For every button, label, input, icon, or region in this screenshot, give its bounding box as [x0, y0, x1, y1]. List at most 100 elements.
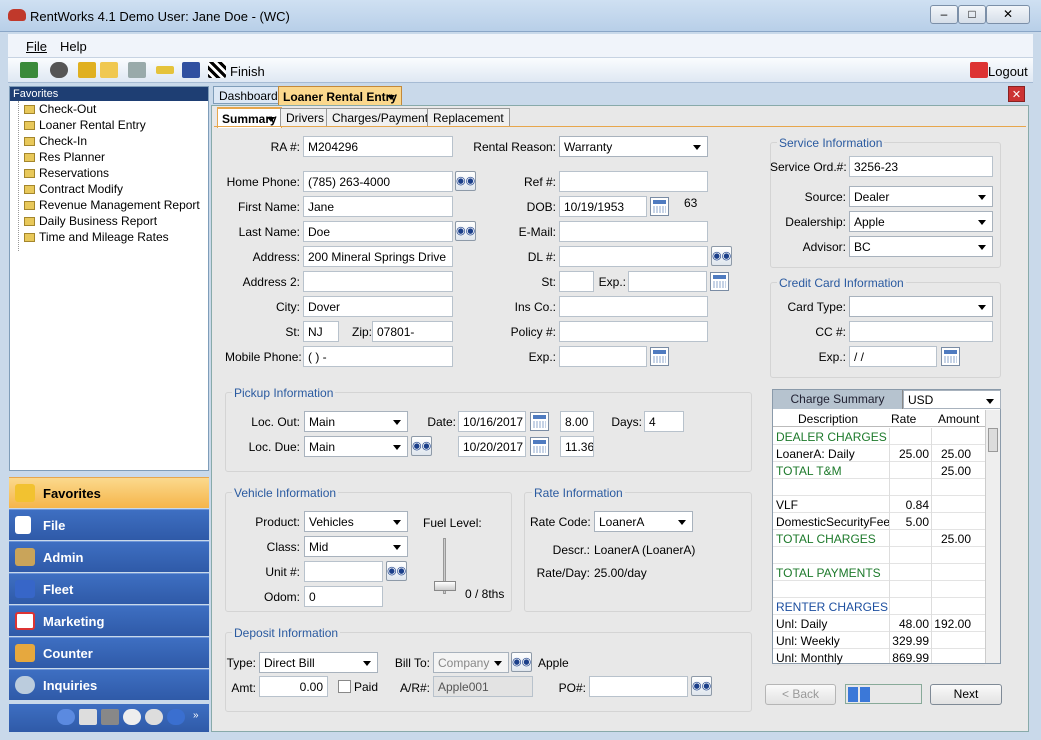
folder-icon[interactable] — [100, 62, 118, 78]
fav-item[interactable]: Contract Modify — [24, 182, 123, 196]
stopwatch-icon[interactable] — [145, 709, 163, 725]
source-select[interactable]: Dealer — [849, 186, 993, 207]
clock-icon[interactable] — [123, 709, 141, 725]
nav-counter[interactable]: Counter — [9, 637, 209, 668]
policy-field[interactable] — [559, 321, 708, 342]
class-select[interactable]: Mid — [304, 536, 408, 557]
binoculars-icon[interactable]: ◉◉ — [711, 246, 732, 266]
advisor-select[interactable]: BC — [849, 236, 993, 257]
tab-drivers[interactable]: Drivers — [280, 108, 330, 126]
cc-exp-field[interactable]: / / — [849, 346, 937, 367]
dob-field[interactable]: 10/19/1953 — [559, 196, 647, 217]
state-field[interactable]: NJ — [303, 321, 339, 342]
close-button[interactable]: ✕ — [986, 5, 1030, 24]
binoculars-icon[interactable]: ◉◉ — [691, 676, 712, 696]
charge-row[interactable]: DEALER CHARGES — [773, 428, 985, 445]
ref-field[interactable] — [559, 171, 708, 192]
ra-field[interactable]: M204296 — [303, 136, 453, 157]
maximize-button[interactable]: □ — [958, 5, 986, 24]
calendar-icon[interactable] — [941, 347, 960, 366]
tab-loaner-rental-entry[interactable]: Loaner Rental Entry — [278, 86, 403, 107]
finish-flag-icon[interactable] — [208, 62, 226, 78]
card-type-select[interactable] — [849, 296, 993, 317]
dl-exp-field[interactable] — [628, 271, 707, 292]
bus-icon[interactable] — [182, 62, 200, 78]
currency-select[interactable]: USD — [903, 390, 1001, 409]
rental-reason-select[interactable]: Warranty — [559, 136, 708, 157]
tab-dashboard[interactable]: Dashboard — [213, 86, 284, 104]
time-out-field[interactable]: 8.00 — [560, 411, 594, 432]
service-order-field[interactable]: 3256-23 — [849, 156, 993, 177]
dl-state-field[interactable] — [559, 271, 594, 292]
fav-item[interactable]: Time and Mileage Rates — [24, 230, 169, 244]
finish-button[interactable]: Finish — [230, 64, 265, 79]
menu-file[interactable]: File — [26, 39, 47, 54]
date-due-field[interactable]: 10/20/2017 — [458, 436, 526, 457]
logout-icon[interactable] — [970, 62, 988, 78]
odometer-field[interactable]: 0 — [304, 586, 383, 607]
loc-out-select[interactable]: Main — [304, 411, 408, 432]
calendar-icon[interactable] — [530, 412, 549, 431]
loc-due-select[interactable]: Main — [304, 436, 408, 457]
fav-item[interactable]: Daily Business Report — [24, 214, 157, 228]
more-icon[interactable]: » — [193, 710, 199, 721]
charge-row[interactable]: RENTER CHARGES — [773, 598, 985, 615]
charge-summary-tab[interactable]: Charge Summary — [773, 390, 903, 409]
paid-checkbox[interactable] — [338, 680, 351, 693]
deposit-type-select[interactable]: Direct Bill — [259, 652, 378, 673]
cc-number-field[interactable] — [849, 321, 993, 342]
charge-row[interactable]: TOTAL T&M 25.00 — [773, 462, 985, 479]
nav-marketing[interactable]: Marketing — [9, 605, 209, 636]
rate-code-select[interactable]: LoanerA — [594, 511, 693, 532]
nav-file[interactable]: File — [9, 509, 209, 540]
car-icon[interactable] — [20, 62, 38, 78]
grid-scrollbar[interactable] — [985, 410, 1000, 663]
next-button[interactable]: Next — [930, 684, 1002, 705]
mobile-phone-field[interactable]: ( ) - — [303, 346, 453, 367]
charge-row[interactable] — [773, 581, 985, 598]
world-icon[interactable] — [167, 709, 185, 725]
calendar-icon[interactable] — [650, 197, 669, 216]
charge-row[interactable]: DomesticSecurityFee 5.00 — [773, 513, 985, 530]
last-name-field[interactable]: Doe — [303, 221, 453, 242]
fav-item[interactable]: Loaner Rental Entry — [24, 118, 146, 132]
fav-item[interactable]: Res Planner — [24, 150, 105, 164]
dealership-select[interactable]: Apple — [849, 211, 993, 232]
charge-row[interactable]: Unl: Weekly 329.99 — [773, 632, 985, 649]
zip-field[interactable]: 07801- — [372, 321, 453, 342]
gear-icon[interactable] — [50, 62, 68, 78]
date-out-field[interactable]: 10/16/2017 — [458, 411, 526, 432]
calculator-icon[interactable] — [79, 709, 97, 725]
address2-field[interactable] — [303, 271, 453, 292]
tab-charges-payments[interactable]: Charges/Payments — [326, 108, 441, 126]
charge-row[interactable] — [773, 479, 985, 496]
scroll-thumb[interactable] — [988, 428, 998, 452]
globe-icon[interactable] — [57, 709, 75, 725]
calendar-icon[interactable] — [710, 272, 729, 291]
email-field[interactable] — [559, 221, 708, 242]
time-due-field[interactable]: 11.36 — [560, 436, 594, 457]
product-select[interactable]: Vehicles — [304, 511, 408, 532]
charge-row[interactable]: TOTAL PAYMENTS — [773, 564, 985, 581]
nav-fleet[interactable]: Fleet — [9, 573, 209, 604]
unit-field[interactable] — [304, 561, 383, 582]
policy-exp-field[interactable] — [559, 346, 647, 367]
nav-admin[interactable]: Admin — [9, 541, 209, 572]
close-tab-icon[interactable]: ✕ — [1008, 86, 1025, 102]
ar-field[interactable]: Apple001 — [433, 676, 533, 697]
fav-item[interactable]: Check-In — [24, 134, 87, 148]
amount-field[interactable]: 0.00 — [259, 676, 328, 697]
binoculars-icon[interactable]: ◉◉ — [511, 652, 532, 672]
arrow-icon[interactable] — [78, 62, 96, 78]
logout-button[interactable]: Logout — [988, 64, 1028, 79]
fav-item[interactable]: Check-Out — [24, 102, 96, 116]
trash-icon[interactable] — [128, 62, 146, 78]
first-name-field[interactable]: Jane — [303, 196, 453, 217]
fav-item[interactable]: Revenue Management Report — [24, 198, 200, 212]
charge-row[interactable]: Unl: Daily 48.00 192.00 — [773, 615, 985, 632]
home-phone-field[interactable]: (785) 263-4000 — [303, 171, 453, 192]
days-field[interactable]: 4 — [644, 411, 684, 432]
insurance-field[interactable] — [559, 296, 708, 317]
binoculars-icon[interactable]: ◉◉ — [411, 436, 432, 456]
binoculars-icon[interactable]: ◉◉ — [386, 561, 407, 581]
